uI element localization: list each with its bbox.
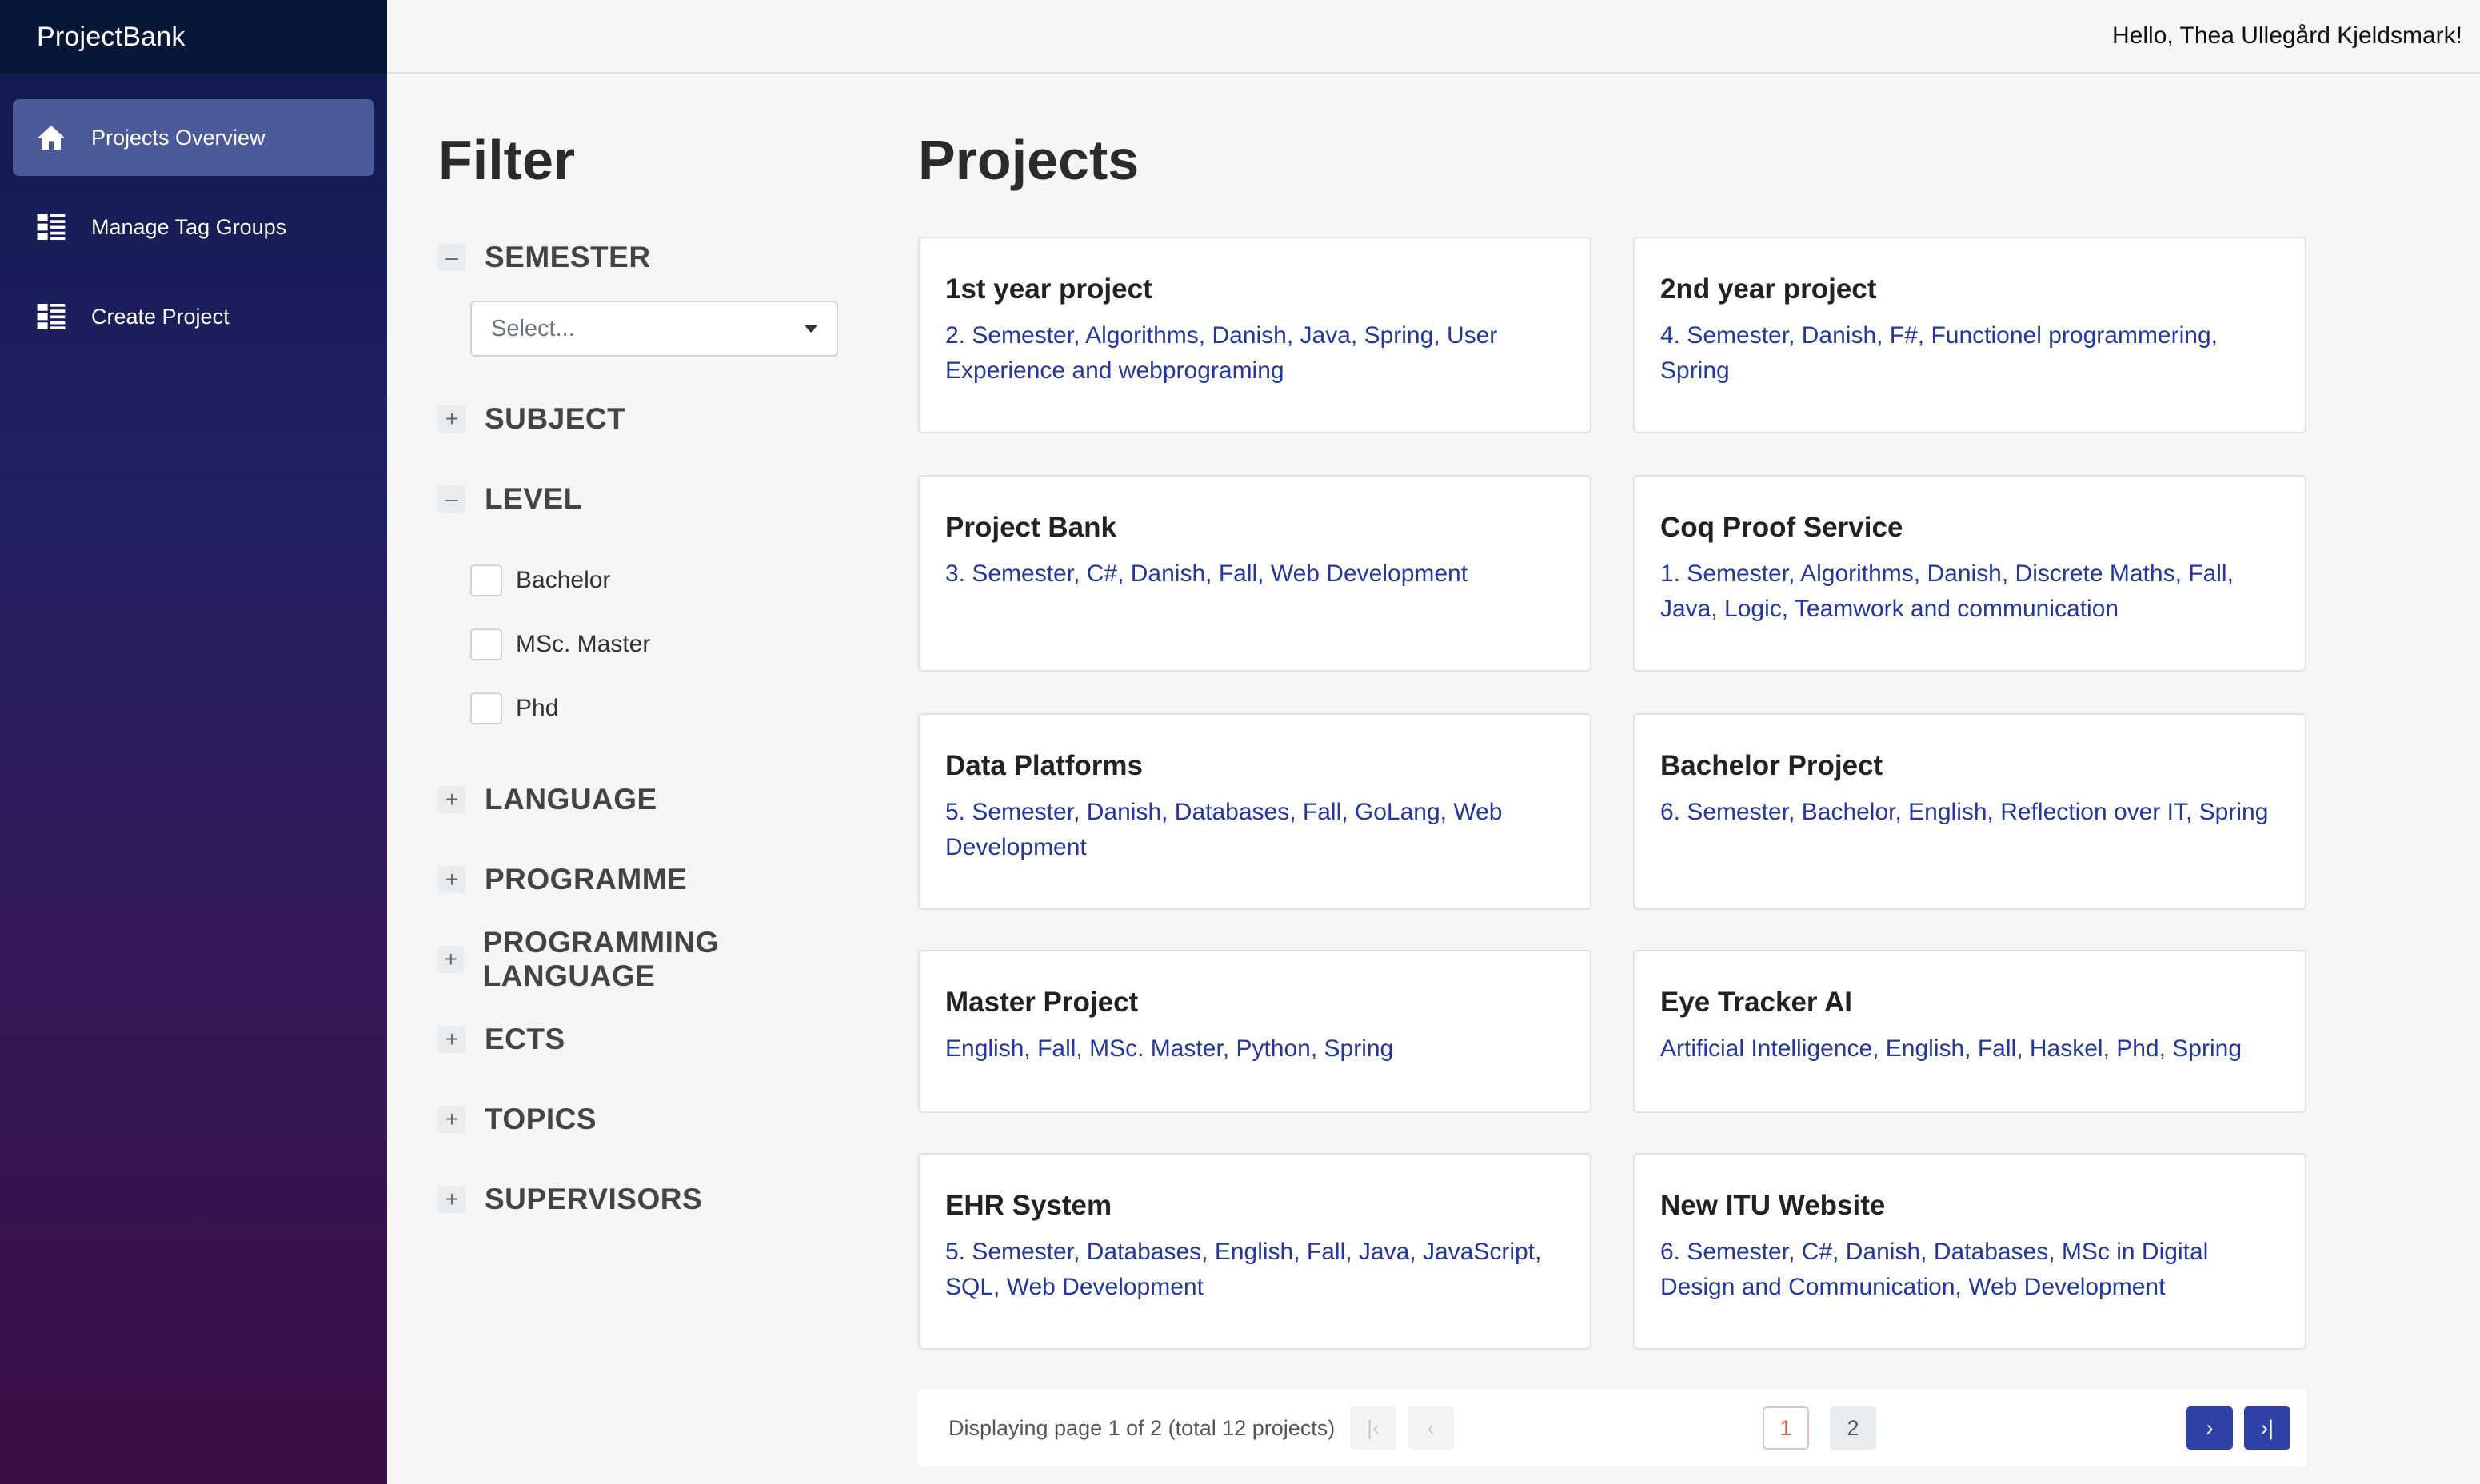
checkbox-label: Bachelor (516, 567, 611, 593)
pagination-bar: Displaying page 1 of 2 (total 12 project… (918, 1390, 2306, 1466)
filter-group-programming-language[interactable]: + PROGRAMMING LANGUAGE (438, 926, 870, 992)
list-icon (37, 213, 66, 241)
semester-select-placeholder: Select... (491, 315, 575, 341)
filter-group-title: TOPICS (485, 1103, 597, 1135)
project-card[interactable]: 2nd year project 4. Semester, Danish, F#… (1633, 237, 2306, 433)
level-option-phd[interactable]: Phd (470, 676, 870, 740)
filter-group-language[interactable]: + LANGUAGE (438, 776, 870, 824)
project-card[interactable]: Eye Tracker AI Artificial Intelligence, … (1633, 950, 2306, 1113)
project-tags: 5. Semester, Databases, English, Fall, J… (945, 1239, 1542, 1300)
sidebar-nav: Projects Overview Manage Tag Groups Crea… (0, 74, 387, 355)
project-card[interactable]: 1st year project 2. Semester, Algorithms… (918, 237, 1591, 433)
projects-panel: Projects 1st year project 2. Semester, A… (918, 128, 2306, 1350)
checkbox[interactable] (470, 692, 502, 724)
filter-group-programme[interactable]: + PROGRAMME (438, 856, 870, 904)
sidebar-item-manage-tag-groups[interactable]: Manage Tag Groups (13, 189, 374, 265)
filter-group-title: SUBJECT (485, 402, 626, 435)
expand-icon[interactable]: + (438, 1026, 465, 1053)
filter-group-title: SUPERVISORS (485, 1183, 703, 1215)
expand-icon[interactable]: + (438, 946, 464, 973)
caret-down-icon (805, 325, 817, 333)
project-tags: English, Fall, MSc. Master, Python, Spri… (945, 1035, 1394, 1062)
filter-group-title: LANGUAGE (485, 783, 657, 816)
brand-logo[interactable]: ProjectBank (0, 0, 387, 74)
project-card[interactable]: New ITU Website 6. Semester, C#, Danish,… (1633, 1153, 2306, 1350)
app-root: ProjectBank Projects Overview Manage Tag… (0, 0, 2480, 1484)
expand-icon[interactable]: + (438, 405, 465, 433)
project-title[interactable]: Bachelor Project (1660, 750, 2279, 782)
project-title[interactable]: Data Platforms (945, 750, 1564, 782)
checkbox-label: MSc. Master (516, 631, 651, 657)
project-tags: 4. Semester, Danish, F#, Functionel prog… (1660, 322, 2218, 384)
user-greeting: Hello, Thea Ullegård Kjeldsmark! (2112, 22, 2462, 49)
sidebar: ProjectBank Projects Overview Manage Tag… (0, 0, 387, 1484)
filter-panel: Filter – SEMESTER Select... + SUBJECT – … (438, 128, 870, 1255)
project-tags: 2. Semester, Algorithms, Danish, Java, S… (945, 322, 1498, 384)
expand-icon[interactable]: + (438, 786, 465, 813)
project-card[interactable]: Coq Proof Service 1. Semester, Algorithm… (1633, 475, 2306, 672)
filter-group-subject[interactable]: + SUBJECT (438, 395, 870, 443)
filter-group-ects[interactable]: + ECTS (438, 1015, 870, 1063)
expand-icon[interactable]: + (438, 866, 465, 893)
project-title[interactable]: Coq Proof Service (1660, 512, 2279, 544)
filter-group-level[interactable]: – LEVEL (438, 475, 870, 523)
project-card[interactable]: Data Platforms 5. Semester, Danish, Data… (918, 713, 1591, 910)
project-title[interactable]: New ITU Website (1660, 1190, 2279, 1222)
level-option-bachelor[interactable]: Bachelor (470, 549, 870, 612)
project-tags: Artificial Intelligence, English, Fall, … (1660, 1035, 2242, 1062)
project-tags: 3. Semester, C#, Danish, Fall, Web Devel… (945, 560, 1468, 587)
collapse-icon[interactable]: – (438, 485, 465, 513)
filter-title: Filter (438, 129, 576, 191)
list-icon (37, 302, 66, 331)
project-title[interactable]: EHR System (945, 1190, 1564, 1222)
project-card[interactable]: Project Bank 3. Semester, C#, Danish, Fa… (918, 475, 1591, 672)
filter-group-title: LEVEL (485, 482, 582, 515)
project-tags: 1. Semester, Algorithms, Danish, Discret… (1660, 560, 2234, 622)
page-button-1[interactable]: 1 (1763, 1406, 1809, 1450)
sidebar-item-label: Manage Tag Groups (91, 214, 287, 239)
project-tags: 6. Semester, Bachelor, English, Reflecti… (1660, 799, 2269, 825)
project-card[interactable]: Bachelor Project 6. Semester, Bachelor, … (1633, 713, 2306, 910)
projects-title: Projects (918, 129, 1140, 191)
filter-group-title: SEMESTER (485, 241, 651, 273)
checkbox[interactable] (470, 628, 502, 660)
first-page-button[interactable]: |‹ (1350, 1406, 1396, 1450)
checkbox-label: Phd (516, 695, 559, 721)
sidebar-item-projects-overview[interactable]: Projects Overview (13, 99, 374, 176)
filter-group-title: PROGRAMMING LANGUAGE (482, 926, 719, 992)
project-tags: 6. Semester, C#, Danish, Databases, MSc … (1660, 1239, 2209, 1300)
project-title[interactable]: 1st year project (945, 273, 1564, 305)
filter-group-topics[interactable]: + TOPICS (438, 1095, 870, 1143)
level-option-msc-master[interactable]: MSc. Master (470, 612, 870, 676)
level-options: Bachelor MSc. Master Phd (438, 549, 870, 740)
project-tags: 5. Semester, Danish, Databases, Fall, Go… (945, 799, 1503, 860)
expand-icon[interactable]: + (438, 1186, 465, 1213)
filter-group-semester[interactable]: – SEMESTER (438, 233, 870, 281)
page-button-2[interactable]: 2 (1830, 1406, 1876, 1450)
home-icon (37, 123, 66, 152)
pagination-status: Displaying page 1 of 2 (total 12 project… (948, 1415, 1336, 1440)
project-title[interactable]: Project Bank (945, 512, 1564, 544)
sidebar-item-label: Create Project (91, 304, 230, 329)
project-title[interactable]: 2nd year project (1660, 273, 2279, 305)
filter-group-supervisors[interactable]: + SUPERVISORS (438, 1175, 870, 1223)
expand-icon[interactable]: + (438, 1106, 465, 1133)
filter-group-title: ECTS (485, 1023, 565, 1055)
project-card[interactable]: Master Project English, Fall, MSc. Maste… (918, 950, 1591, 1113)
sidebar-item-label: Projects Overview (91, 125, 266, 150)
semester-select[interactable]: Select... (470, 301, 838, 357)
last-page-button[interactable]: ›| (2244, 1406, 2290, 1450)
collapse-icon[interactable]: – (438, 244, 465, 271)
top-bar: Hello, Thea Ullegård Kjeldsmark! (387, 0, 2480, 74)
project-title[interactable]: Eye Tracker AI (1660, 987, 2279, 1019)
filter-group-title: PROGRAMME (485, 863, 688, 896)
project-card[interactable]: EHR System 5. Semester, Databases, Engli… (918, 1153, 1591, 1350)
checkbox[interactable] (470, 564, 502, 596)
sidebar-item-create-project[interactable]: Create Project (13, 278, 374, 355)
prev-page-button[interactable]: ‹ (1408, 1406, 1454, 1450)
project-title[interactable]: Master Project (945, 987, 1564, 1019)
next-page-button[interactable]: › (2186, 1406, 2233, 1450)
